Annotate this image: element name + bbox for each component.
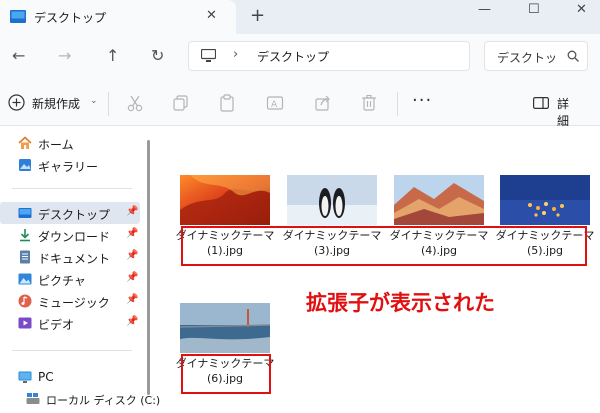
new-button-label: 新規作成 [32,97,81,111]
sidebar-divider [12,188,132,189]
details-button-label: 詳細 [557,97,570,128]
tab-bar: デスクトップ ✕ + — ☐ ✕ [0,0,600,34]
delete-icon[interactable] [360,94,378,112]
sidebar-item-music[interactable]: ミュージック 📌 [0,290,140,312]
desktop-icon [10,10,26,23]
chevron-down-icon: ⌄ [90,96,98,106]
rename-icon[interactable]: A [266,94,284,112]
command-bar: 新規作成 ⌄ A ··· 詳細 [0,80,600,128]
tab-title: デスクトップ [34,11,107,25]
paste-icon[interactable] [218,94,236,112]
close-window-icon[interactable]: ✕ [576,2,587,17]
navigation-pane: ホーム ギャラリー デスクトップ 📌 ダウンロード 📌 ドキュメント 📌 ピクチ… [0,126,160,413]
sidebar-item-downloads[interactable]: ダウンロード 📌 [0,224,140,246]
more-options-icon[interactable]: ··· [412,90,432,111]
sidebar-item-pc[interactable]: PC [0,366,140,388]
maximize-icon[interactable]: ☐ [528,2,540,17]
sidebar-item-home[interactable]: ホーム [0,132,140,154]
document-icon [20,250,30,264]
sidebar-divider [12,350,132,351]
cut-icon[interactable] [126,94,144,112]
sidebar-item-desktop[interactable]: デスクトップ 📌 [0,202,140,224]
sidebar-item-label: ミュージック [38,296,110,310]
thumbnail-image [394,175,484,225]
sidebar-item-label: ドキュメント [38,252,111,266]
file-thumbnail[interactable] [287,175,377,225]
copy-icon[interactable] [172,94,190,112]
download-icon [20,229,30,242]
forward-icon[interactable]: → [58,46,71,65]
search-placeholder: デスクトッ [497,51,558,65]
new-tab-icon[interactable]: + [250,5,265,26]
highlight-box [181,354,271,394]
sidebar-item-documents[interactable]: ドキュメント 📌 [0,246,140,268]
refresh-icon[interactable]: ↻ [151,46,164,65]
address-bar[interactable]: › デスクトップ [188,41,470,71]
pc-icon [201,49,216,62]
details-pane-icon [533,97,549,109]
file-thumbnail[interactable] [500,175,590,225]
sidebar-item-label: ギャラリー [38,160,99,174]
close-tab-icon[interactable]: ✕ [206,8,217,23]
thumbnail-image [500,175,590,225]
minimize-icon[interactable]: — [478,2,491,17]
pin-icon[interactable]: 📌 [126,272,138,283]
pin-icon[interactable]: 📌 [126,206,138,217]
sidebar-item-gallery[interactable]: ギャラリー [0,154,140,176]
gallery-icon [19,159,31,171]
file-thumbnail[interactable] [394,175,484,225]
svg-text:A: A [271,100,278,110]
sidebar-item-local-disk[interactable]: ローカル ディスク (C:) [0,388,160,410]
sidebar-item-label: ダウンロード [38,230,111,244]
back-icon[interactable]: ← [12,46,25,65]
thumbnail-image [180,303,270,353]
breadcrumb-desktop[interactable]: デスクトップ [257,48,329,65]
search-icon [567,50,579,62]
pin-icon[interactable]: 📌 [126,228,138,239]
highlight-box [181,226,587,266]
breadcrumb-separator: › [233,47,239,62]
plus-circle-icon [8,94,25,111]
pc-icon [18,371,32,383]
sidebar-item-label: ピクチャ [38,274,86,288]
sidebar-scrollbar[interactable] [147,140,150,395]
desktop-icon [18,208,32,218]
file-thumbnail[interactable] [180,303,270,353]
pin-icon[interactable]: 📌 [126,316,138,327]
up-icon[interactable]: ↑ [106,46,119,65]
search-input[interactable]: デスクトッ [484,41,588,71]
toolbar-divider [397,92,398,116]
sidebar-item-label: PC [38,370,54,384]
video-icon [18,317,32,329]
navigation-bar: ← → ↑ ↻ › デスクトップ デスクトッ [0,34,600,80]
sidebar-item-label: ローカル ディスク (C:) [46,394,161,407]
drive-icon [26,393,40,404]
share-icon[interactable] [314,94,332,112]
music-icon [18,294,32,308]
annotation-text: 拡張子が表示された [306,291,495,315]
home-icon [18,136,32,149]
pin-icon[interactable]: 📌 [126,250,138,261]
pictures-icon [18,273,32,285]
file-thumbnail[interactable] [180,175,270,225]
tab-desktop[interactable]: デスクトップ ✕ [0,0,236,34]
sidebar-item-videos[interactable]: ビデオ 📌 [0,312,140,334]
sidebar-item-pictures[interactable]: ピクチャ 📌 [0,268,140,290]
thumbnail-image [287,175,377,225]
toolbar-divider [108,92,109,116]
thumbnail-image [180,175,270,225]
pin-icon[interactable]: 📌 [126,294,138,305]
sidebar-item-label: ホーム [38,138,74,152]
sidebar-item-label: デスクトップ [38,208,111,222]
sidebar-item-label: ビデオ [38,318,75,332]
